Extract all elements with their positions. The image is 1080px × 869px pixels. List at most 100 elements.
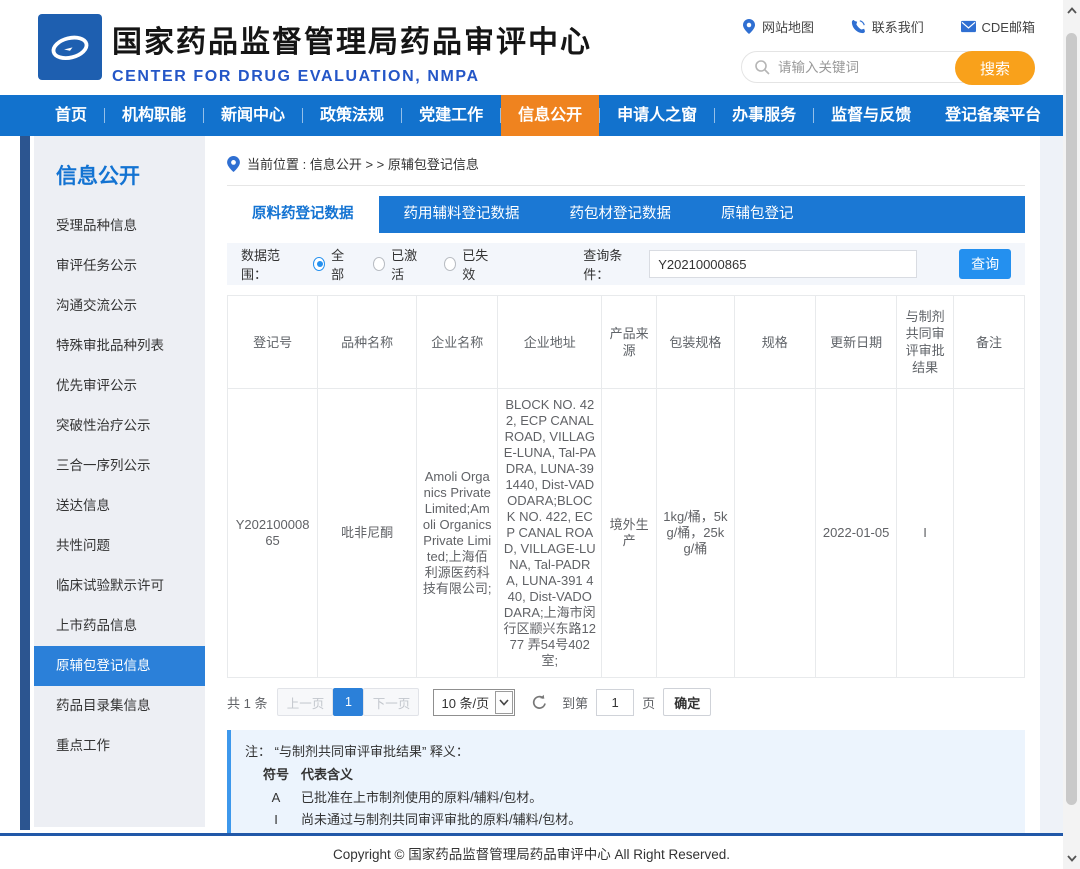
sidebar-item-13[interactable]: 重点工作: [34, 726, 205, 766]
tab-bar: 原料药登记数据药用辅料登记数据药包材登记数据原辅包登记: [227, 196, 1025, 233]
quick-link-1[interactable]: 联系我们: [851, 17, 924, 36]
page-number-button[interactable]: 1: [333, 688, 363, 716]
note-box: 注： “与制剂共同审评审批结果” 释义： 符号代表含义 A已批准在上市制剂使用的…: [227, 730, 1025, 833]
sidebar-item-12[interactable]: 药品目录集信息: [34, 686, 205, 726]
radio-label: 全部: [331, 245, 353, 283]
table-cell-2: Amoli Organics Private Limited;Amoli Org…: [417, 389, 498, 678]
right-gutter: [1040, 136, 1063, 833]
scope-option-2[interactable]: 已失效: [444, 245, 495, 283]
site-title: 国家药品监督管理局药品审评中心: [112, 17, 592, 61]
table-cell-6: [734, 389, 815, 678]
quick-link-label: CDE邮箱: [982, 17, 1035, 36]
site-header: 国家药品监督管理局药品审评中心 CENTER FOR DRUG EVALUATI…: [0, 0, 1063, 95]
content-area: 信息公开 受理品种信息审评任务公示沟通交流公示特殊审批品种列表优先审评公示突破性…: [0, 136, 1063, 833]
sidebar-item-9[interactable]: 临床试验默示许可: [34, 566, 205, 606]
sidebar-item-4[interactable]: 优先审评公示: [34, 366, 205, 406]
sidebar-items: 受理品种信息审评任务公示沟通交流公示特殊审批品种列表优先审评公示突破性治疗公示三…: [34, 206, 205, 766]
sidebar-item-0[interactable]: 受理品种信息: [34, 206, 205, 246]
sidebar-item-1[interactable]: 审评任务公示: [34, 246, 205, 286]
scrollbar-thumb[interactable]: [1066, 33, 1077, 805]
note-row-1: I 尚未通过与制剂共同审评审批的原料/辅料/包材。: [245, 809, 1009, 831]
site-subtitle: CENTER FOR DRUG EVALUATION, NMPA: [112, 68, 592, 86]
nav-item-5[interactable]: 信息公开: [501, 95, 599, 136]
goto-suffix: 页: [642, 693, 655, 712]
table-cell-4: 境外生产: [602, 389, 657, 678]
scope-option-1[interactable]: 已激活: [373, 245, 424, 283]
column-header-8: 与制剂共同审评审批结果: [897, 296, 954, 389]
column-header-3: 企业地址: [498, 296, 602, 389]
prev-page-button[interactable]: 上一页: [277, 688, 333, 716]
nav-item-0[interactable]: 首页: [38, 95, 104, 136]
sidebar-item-11[interactable]: 原辅包登记信息: [34, 646, 205, 686]
sidebar: 信息公开 受理品种信息审评任务公示沟通交流公示特殊审批品种列表优先审评公示突破性…: [34, 136, 205, 827]
goto-page-input[interactable]: [596, 689, 634, 716]
scroll-up-icon[interactable]: [1063, 2, 1080, 19]
tab-2[interactable]: 药包材登记数据: [545, 196, 697, 233]
quick-link-0[interactable]: 网站地图: [741, 17, 814, 36]
radio-unchecked-icon: [444, 257, 456, 271]
envelope-icon: [961, 19, 976, 34]
radio-label: 已失效: [462, 245, 495, 283]
note-symbol: I: [259, 809, 293, 831]
table-body: Y20210000865吡非尼酮Amoli Organics Private L…: [228, 389, 1025, 678]
sidebar-item-3[interactable]: 特殊审批品种列表: [34, 326, 205, 366]
main-nav: 首页机构职能新闻中心政策法规党建工作信息公开申请人之窗办事服务监督与反馈登记备案…: [0, 95, 1063, 136]
page-size-select[interactable]: 10 条/页: [433, 689, 515, 716]
vertical-scrollbar[interactable]: [1063, 0, 1080, 869]
next-page-button[interactable]: 下一页: [363, 688, 419, 716]
query-button[interactable]: 查询: [959, 249, 1011, 279]
nav-item-1[interactable]: 机构职能: [105, 95, 203, 136]
scope-option-0[interactable]: 全部: [313, 245, 353, 283]
note-meaning-header: 代表含义: [301, 767, 353, 782]
nav-item-9[interactable]: 登记备案平台: [928, 95, 1058, 136]
nav-item-3[interactable]: 政策法规: [303, 95, 401, 136]
sidebar-item-8[interactable]: 共性问题: [34, 526, 205, 566]
column-header-6: 规格: [734, 296, 815, 389]
column-header-0: 登记号: [228, 296, 318, 389]
goto-label: 到第: [562, 693, 588, 712]
nav-item-7[interactable]: 办事服务: [715, 95, 813, 136]
tab-3[interactable]: 原辅包登记: [696, 196, 819, 233]
breadcrumb: 当前位置 : 信息公开 > > 原辅包登记信息: [227, 136, 1025, 186]
copyright-text: Copyright © 国家药品监督管理局药品审评中心 All Right Re…: [333, 843, 730, 863]
scroll-down-icon[interactable]: [1063, 850, 1080, 867]
table-cell-0: Y20210000865: [228, 389, 318, 678]
confirm-button[interactable]: 确定: [663, 688, 711, 716]
left-accent-bar: [20, 136, 30, 830]
search-icon: [754, 59, 770, 75]
quick-link-2[interactable]: CDE邮箱: [961, 17, 1035, 36]
column-header-1: 品种名称: [318, 296, 417, 389]
nav-item-2[interactable]: 新闻中心: [204, 95, 302, 136]
radio-unchecked-icon: [373, 257, 385, 271]
table-cell-9: [953, 389, 1024, 678]
query-label: 查询条件：: [583, 245, 641, 283]
sidebar-item-2[interactable]: 沟通交流公示: [34, 286, 205, 326]
query-input[interactable]: [649, 250, 917, 278]
nav-item-8[interactable]: 监督与反馈: [814, 95, 928, 136]
tab-1[interactable]: 药用辅料登记数据: [379, 196, 545, 233]
table-header-row: 登记号品种名称企业名称企业地址产品来源包装规格规格更新日期与制剂共同审评审批结果…: [228, 296, 1025, 389]
cde-swan-logo-icon: [38, 14, 102, 80]
phone-icon: [851, 19, 866, 34]
location-pin-icon: [741, 19, 756, 34]
sidebar-title: 信息公开: [34, 160, 205, 190]
note-rows: A已批准在上市制剂使用的原料/辅料/包材。I尚未通过与制剂共同审评审批的原料/辅…: [245, 787, 1009, 831]
table-cell-1: 吡非尼酮: [318, 389, 417, 678]
quick-link-label: 联系我们: [872, 17, 924, 36]
sidebar-item-10[interactable]: 上市药品信息: [34, 606, 205, 646]
tab-0[interactable]: 原料药登记数据: [227, 196, 379, 233]
header-right: 网站地图 联系我们 CDE邮箱 搜索: [741, 17, 1035, 83]
note-meaning: 尚未通过与制剂共同审评审批的原料/辅料/包材。: [301, 812, 581, 827]
site-search-button[interactable]: 搜索: [955, 51, 1035, 85]
table-cell-5: 1kg/桶，5kg/桶，25kg/桶: [657, 389, 734, 678]
refresh-icon[interactable]: [531, 694, 548, 711]
sidebar-item-7[interactable]: 送达信息: [34, 486, 205, 526]
footer: Copyright © 国家药品监督管理局药品审评中心 All Right Re…: [0, 836, 1063, 869]
page-size-value: 10 条/页: [441, 693, 489, 712]
sidebar-item-6[interactable]: 三合一序列公示: [34, 446, 205, 486]
results-table: 登记号品种名称企业名称企业地址产品来源包装规格规格更新日期与制剂共同审评审批结果…: [227, 295, 1025, 678]
nav-item-4[interactable]: 党建工作: [402, 95, 500, 136]
total-count: 共 1 条: [227, 693, 267, 712]
nav-item-6[interactable]: 申请人之窗: [600, 95, 714, 136]
sidebar-item-5[interactable]: 突破性治疗公示: [34, 406, 205, 446]
